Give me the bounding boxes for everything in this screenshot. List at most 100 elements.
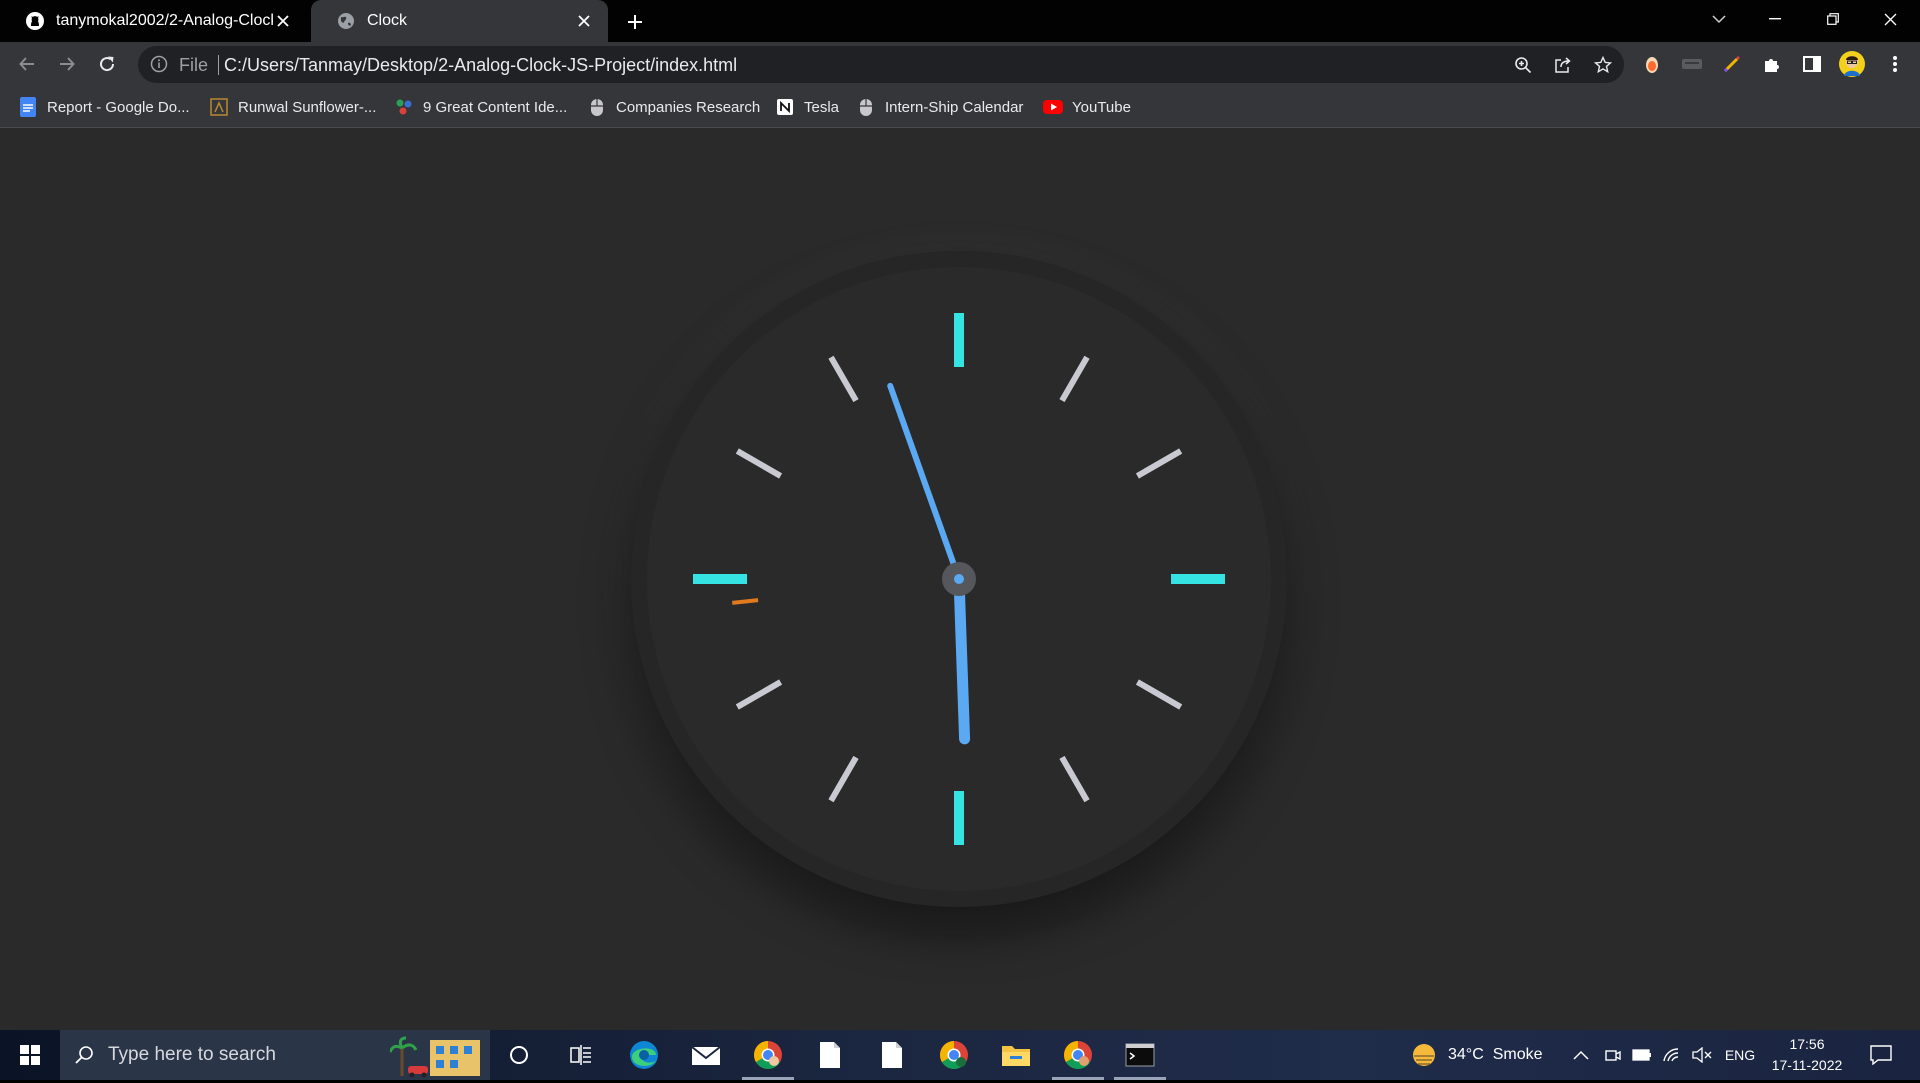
edge-icon (630, 1041, 658, 1069)
url-scheme-label: File (179, 55, 209, 75)
taskbar-time: 17:56 (1789, 1036, 1825, 1052)
bookmark-runwal[interactable]: Runwal Sunflower-... (209, 95, 376, 119)
extension-icon[interactable] (1677, 49, 1707, 79)
clock-minor-tick (1135, 679, 1183, 710)
taskbar-terminal[interactable] (1110, 1030, 1170, 1080)
bookmark-label: Intern-Ship Calendar (885, 98, 1024, 116)
close-icon[interactable] (574, 11, 594, 31)
extension-icon[interactable] (1637, 49, 1667, 79)
bookmark-tesla[interactable]: Tesla (775, 95, 839, 119)
language-indicator: ENG (1724, 1047, 1756, 1063)
taskbar-chrome-profile[interactable] (1048, 1030, 1108, 1080)
close-window-button[interactable] (1862, 0, 1918, 38)
notion-icon (775, 97, 795, 117)
task-view-button[interactable] (556, 1030, 606, 1080)
bookmark-star-icon[interactable] (1590, 52, 1616, 78)
clock-minor-tick (735, 448, 783, 479)
bookmark-label: YouTube (1072, 98, 1131, 116)
bookmark-report[interactable]: Report - Google Do... (18, 95, 190, 119)
puzzle-icon[interactable] (1757, 49, 1787, 79)
taskbar-edge[interactable] (618, 1030, 670, 1080)
notification-icon (1870, 1045, 1892, 1065)
youtube-icon (1043, 97, 1063, 117)
forward-button[interactable] (52, 49, 82, 79)
taskbar-file[interactable] (804, 1030, 856, 1080)
taskbar-file[interactable] (866, 1030, 918, 1080)
tab-search-button[interactable] (1691, 0, 1747, 38)
arrow-right-icon (60, 57, 75, 71)
url-input[interactable] (224, 52, 1324, 78)
chevron-up-icon (1573, 1050, 1589, 1060)
bookmark-youtube[interactable]: YouTube (1043, 95, 1131, 119)
weather-widget[interactable]: 34°C Smoke (1410, 1030, 1560, 1080)
restore-icon (1827, 13, 1839, 25)
analog-clock (631, 251, 1287, 907)
meet-now-icon[interactable] (1600, 1030, 1626, 1080)
bookmark-content-ideas[interactable]: 9 Great Content Ide... (394, 95, 567, 119)
close-icon (1884, 13, 1896, 25)
task-view-icon (570, 1045, 591, 1065)
runwal-icon (209, 97, 229, 117)
clock-hour-hand (953, 573, 971, 745)
minimize-button[interactable] (1747, 0, 1803, 38)
weather-temperature: 34°C (1448, 1046, 1484, 1063)
windows-taskbar: Type here to search 34°C Smoke ENG 17:56… (0, 1030, 1920, 1080)
battery-icon[interactable] (1628, 1030, 1656, 1080)
taskbar-date: 17-11-2022 (1771, 1057, 1843, 1073)
tab-clock[interactable]: Clock (311, 0, 608, 42)
input-language-button[interactable]: ENG (1722, 1030, 1758, 1080)
taskbar-clock[interactable]: 17:56 17-11-2022 (1762, 1030, 1852, 1080)
clock-minor-tick (828, 355, 859, 403)
new-tab-button[interactable] (622, 9, 648, 35)
terminal-icon (1125, 1043, 1155, 1067)
address-bar[interactable]: File (138, 46, 1624, 83)
minimize-icon (1769, 18, 1781, 20)
divider (218, 55, 219, 75)
taskbar-file-explorer[interactable] (990, 1030, 1042, 1080)
back-button[interactable] (12, 49, 42, 79)
search-icon (74, 1045, 94, 1065)
close-icon[interactable] (273, 11, 293, 31)
github-icon (24, 10, 46, 32)
restore-button[interactable] (1805, 0, 1861, 38)
cortana-button[interactable] (494, 1030, 544, 1080)
info-icon[interactable] (150, 55, 168, 78)
taskbar-chrome[interactable] (928, 1030, 980, 1080)
avatar[interactable] (1837, 49, 1867, 79)
zoom-icon[interactable] (1510, 52, 1536, 78)
bookmark-label: Tesla (804, 98, 840, 116)
clock-face (693, 313, 1225, 845)
chevron-down-icon (1712, 15, 1726, 24)
wifi-icon[interactable] (1658, 1030, 1686, 1080)
mouse-icon (856, 97, 876, 117)
search-highlight-image (388, 1034, 486, 1083)
reload-button[interactable] (92, 49, 122, 79)
bookmark-companies-research[interactable]: Companies Research (587, 95, 760, 119)
volume-muted-icon[interactable] (1688, 1030, 1716, 1080)
reload-icon (100, 56, 115, 72)
start-button[interactable] (0, 1030, 60, 1080)
clock-minute-hand (887, 382, 962, 582)
show-hidden-icons-button[interactable] (1568, 1030, 1594, 1080)
bookmark-internship-calendar[interactable]: Intern-Ship Calendar (856, 95, 1023, 119)
windows-logo-icon (20, 1045, 40, 1065)
tab-github[interactable]: tanymokal2002/2-Analog-Clock- (0, 0, 307, 42)
pen-extension-icon[interactable] (1717, 49, 1747, 79)
arrow-left-icon (19, 57, 34, 71)
taskbar-search-box[interactable]: Type here to search (60, 1030, 490, 1080)
clock-center-dot (954, 574, 964, 584)
clock-minor-tick (1135, 448, 1183, 479)
share-icon[interactable] (1550, 52, 1576, 78)
menu-kebab-icon[interactable] (1880, 49, 1910, 79)
globe-icon (335, 10, 357, 32)
browser-title-bar: tanymokal2002/2-Analog-Clock- Clock (0, 0, 1920, 42)
clock-minor-tick (1059, 355, 1090, 403)
chrome-icon (754, 1041, 782, 1069)
notifications-button[interactable] (1858, 1030, 1904, 1080)
folder-icon (1002, 1046, 1030, 1066)
google-docs-icon (18, 97, 38, 117)
side-panel-icon[interactable] (1797, 49, 1827, 79)
cortana-circle-icon (510, 1046, 528, 1064)
taskbar-mail[interactable] (680, 1030, 732, 1080)
taskbar-chrome-active[interactable] (738, 1030, 798, 1080)
